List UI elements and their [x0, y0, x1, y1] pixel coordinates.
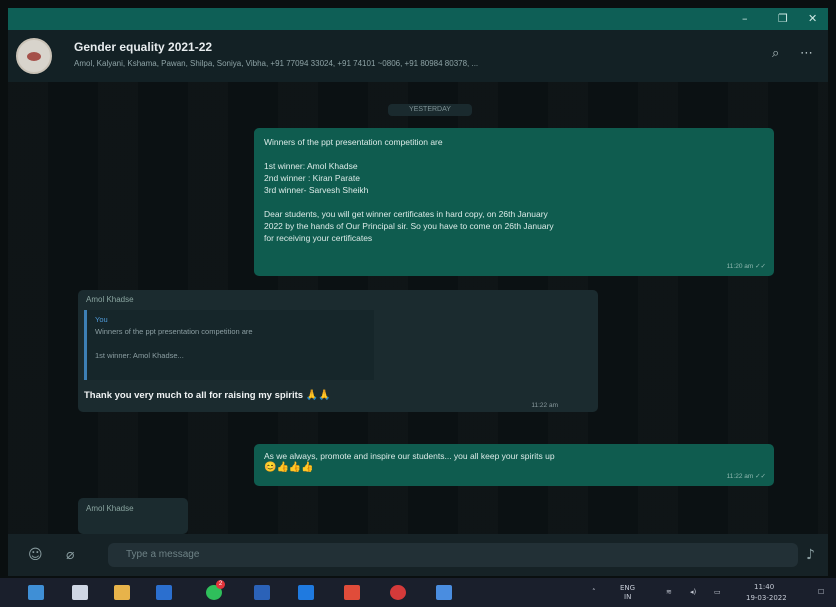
- sender-name: Amol Khadse: [86, 295, 134, 304]
- app-icon[interactable]: [436, 585, 452, 600]
- message-line: 2nd winner : Kiran Parate: [264, 173, 360, 183]
- quote-author: You: [95, 315, 108, 324]
- word-icon[interactable]: [254, 585, 270, 600]
- message-line: [264, 196, 764, 208]
- sender-name: Amol Khadse: [86, 504, 134, 513]
- quoted-message[interactable]: You Winners of the ppt presentation comp…: [84, 310, 374, 380]
- close-button[interactable]: ✕: [808, 12, 817, 25]
- whatsapp-window: – ❐ ✕ Gender equality 2021-22 Amol, Kaly…: [8, 8, 828, 576]
- volume-icon[interactable]: ◂): [690, 588, 696, 596]
- message-time: 11:22 am: [531, 402, 558, 409]
- quote-line: 1st winner: Amol Khadse...: [95, 351, 184, 360]
- search-icon[interactable]: ⌕: [772, 46, 779, 61]
- message-line: 1st winner: Amol Khadse: [264, 161, 358, 171]
- message-line: 3rd winner- Sarvesh Sheikh: [264, 185, 369, 195]
- start-icon[interactable]: [28, 585, 44, 600]
- message-time: 11:20 am ✓✓: [726, 263, 766, 270]
- message-bubble-reply[interactable]: Amol Khadse You Winners of the ppt prese…: [78, 290, 598, 412]
- message-line: Winners of the ppt presentation competit…: [264, 137, 443, 147]
- media-player-icon[interactable]: [344, 585, 360, 600]
- notification-badge: 2: [216, 580, 225, 589]
- chevron-up-icon[interactable]: ˄: [592, 588, 596, 596]
- group-avatar[interactable]: [16, 38, 52, 74]
- mail-icon[interactable]: [156, 585, 172, 600]
- group-members: Amol, Kalyani, Kshama, Pawan, Shilpa, So…: [74, 59, 479, 68]
- language-region: IN: [624, 593, 632, 601]
- menu-dots-icon[interactable]: ⋯: [800, 46, 813, 61]
- message-line: 2022 by the hands of Our Principal sir. …: [264, 221, 554, 231]
- message-time: 11:22 am ✓✓: [726, 473, 766, 480]
- message-line: [264, 148, 764, 160]
- group-title: Gender equality 2021-22: [74, 40, 213, 54]
- message-line: for receiving your certificates: [264, 233, 373, 243]
- emoji-icon[interactable]: ☺: [28, 547, 43, 563]
- message-line: Dear students, you will get winner certi…: [264, 209, 548, 219]
- maximize-button[interactable]: ❐: [778, 12, 788, 25]
- clock-date: 19-03-2022: [746, 594, 787, 602]
- message-composer: ☺ ⌀ Type a message ♪: [8, 534, 828, 576]
- minimize-button[interactable]: –: [742, 12, 748, 25]
- battery-icon[interactable]: ▭: [714, 588, 721, 596]
- message-text-content: Thank you very much to all for raising m…: [84, 390, 304, 401]
- chat-header[interactable]: Gender equality 2021-22 Amol, Kalyani, K…: [8, 30, 828, 83]
- dropbox-icon[interactable]: [298, 585, 314, 600]
- date-divider: YESTERDAY: [388, 104, 472, 116]
- title-bar: – ❐ ✕: [8, 8, 828, 30]
- message-input-placeholder: Type a message: [126, 549, 200, 560]
- microphone-icon[interactable]: ♪: [806, 547, 815, 563]
- attach-icon[interactable]: ⌀: [66, 547, 74, 563]
- pray-emoji: 🙏🙏: [305, 390, 331, 401]
- message-bubble-winners[interactable]: Winners of the ppt presentation competit…: [254, 128, 774, 276]
- message-text: As we always, promote and inspire our st…: [264, 451, 555, 461]
- quote-line: Winners of the ppt presentation competit…: [95, 327, 253, 336]
- message-input[interactable]: Type a message: [108, 543, 798, 567]
- message-bubble-inspire[interactable]: As we always, promote and inspire our st…: [254, 444, 774, 486]
- search-taskbar-icon[interactable]: [72, 585, 88, 600]
- message-emoji: 😊👍👍👍: [264, 462, 314, 473]
- chat-area: YESTERDAY Winners of the ppt presentatio…: [8, 82, 828, 576]
- notification-icon[interactable]: ☐: [818, 588, 824, 596]
- message-bubble-partial[interactable]: Amol Khadse: [78, 498, 188, 534]
- windows-taskbar: 2 ˄ ENG IN ≋ ◂) ▭ 11:40 19-03-2022 ☐: [0, 578, 836, 607]
- message-text: Thank you very much to all for raising m…: [84, 390, 331, 401]
- language-indicator[interactable]: ENG: [620, 584, 635, 592]
- clock-time[interactable]: 11:40: [754, 583, 774, 591]
- file-explorer-icon[interactable]: [114, 585, 130, 600]
- whatsapp-taskbar-icon[interactable]: 2: [206, 580, 225, 600]
- browser-icon[interactable]: [390, 585, 406, 600]
- wifi-icon[interactable]: ≋: [666, 588, 672, 596]
